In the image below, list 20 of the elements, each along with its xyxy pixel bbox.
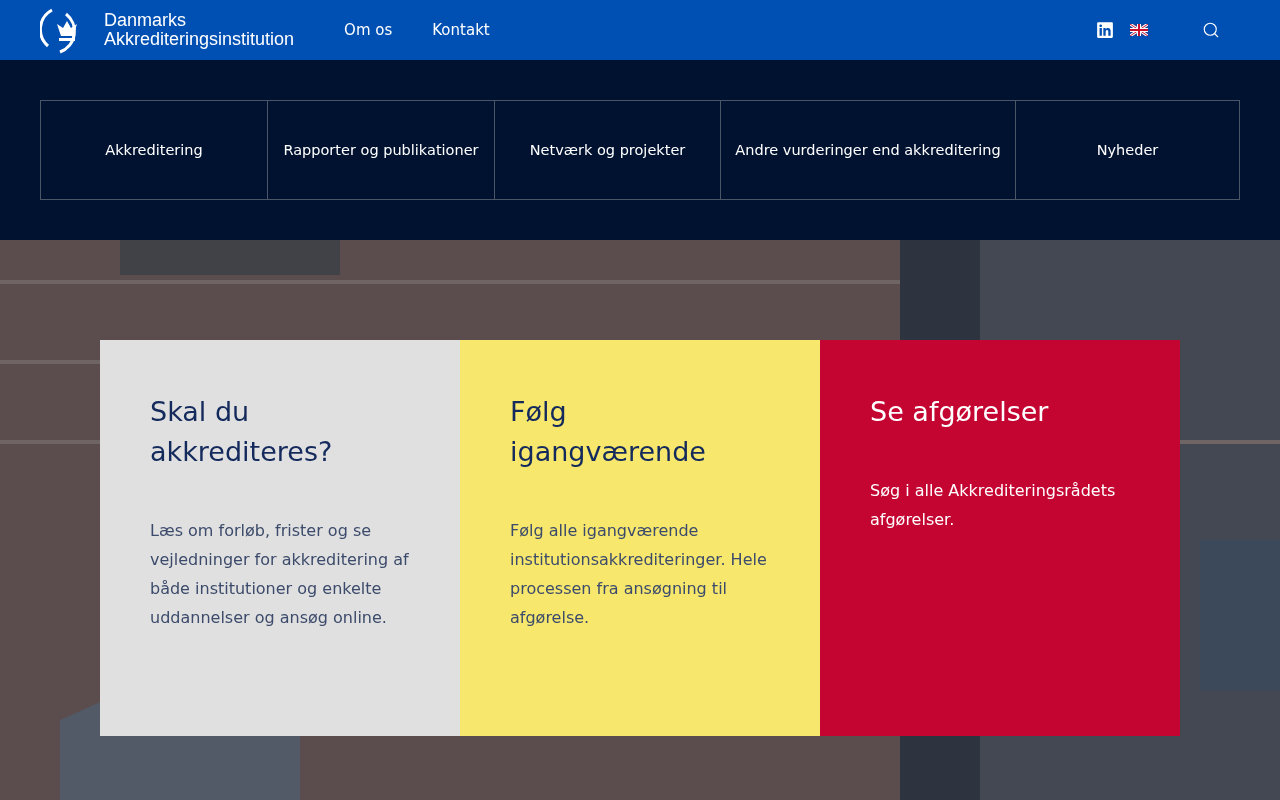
menu-tile[interactable]: Nyheder: [1015, 101, 1239, 199]
menu-tile[interactable]: Andre vurderinger end akkreditering: [720, 101, 1015, 199]
promo-card[interactable]: Følg igangværende Følg alle igangværende institutionsakkrediteringer. Hele processen fra ansøgning til afgørelse.: [460, 340, 820, 736]
search-icon[interactable]: [1202, 21, 1220, 39]
card-text: Søg i alle Akkrediteringsrådets afgørelser.: [870, 480, 1117, 531]
card-title: Se afgørelser: [870, 395, 1050, 429]
card-text: Følg alle igangværende institutionsakkrediteringer. Hele processen fra ansøgning til afgørelse.: [510, 520, 768, 629]
menu-tile[interactable]: Akkreditering: [41, 101, 267, 199]
card-text: Læs om forløb, frister og se vejledninger for akkreditering af både institutioner og enkelte uddannelser og ansøg online.: [150, 520, 410, 629]
menu-tile[interactable]: Rapporter og publikationer: [267, 101, 494, 199]
promo-card[interactable]: Skal du akkrediteres? Læs om forløb, frister og se vejledninger for akkreditering af både institutioner og enkelte uddannelser og ansøg online.: [100, 340, 460, 736]
nav-link[interactable]: Kontakt: [412, 21, 510, 39]
card-title: Følg igangværende: [510, 395, 707, 469]
nav-link[interactable]: Om os: [324, 21, 413, 39]
card-title: Skal du akkrediteres?: [150, 395, 334, 469]
promo-card[interactable]: Se afgørelser Søg i alle Akkrediteringsrådets afgørelser.: [820, 340, 1180, 736]
menu-tile[interactable]: Netværk og projekter: [494, 101, 720, 199]
linkedin-icon[interactable]: [1096, 21, 1114, 39]
flag-icon[interactable]: [1130, 24, 1148, 36]
site-name[interactable]: Danmarks Akkrediteringsinstitution: [104, 11, 295, 49]
